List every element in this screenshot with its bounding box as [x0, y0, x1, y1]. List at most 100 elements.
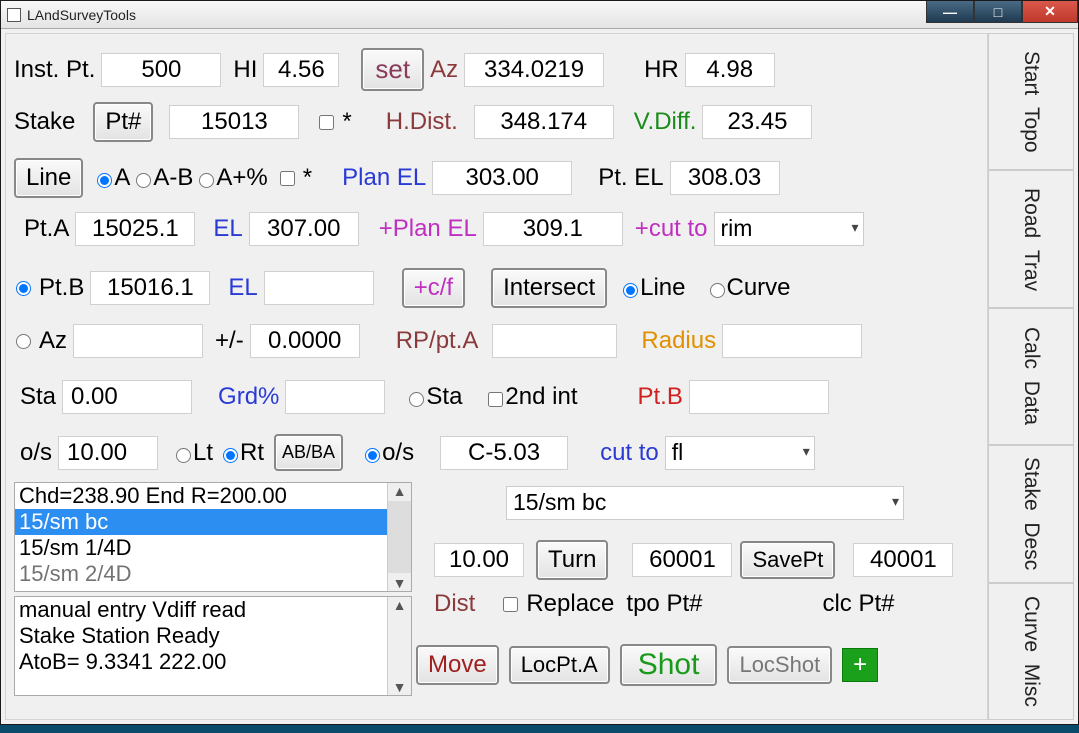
minimize-button[interactable]: — — [926, 1, 974, 23]
stake-pt-input[interactable] — [169, 105, 299, 139]
grd-input[interactable] — [285, 380, 385, 414]
list-item: manual entry Vdiff read — [15, 597, 411, 623]
close-button[interactable]: ✕ — [1022, 1, 1078, 23]
hr-label: HR — [644, 56, 679, 84]
intersect-button[interactable]: Intersect — [491, 268, 607, 308]
tab-data-calc[interactable]: Calc Data — [988, 308, 1074, 445]
ptb-input[interactable] — [90, 271, 210, 305]
inst-pt-input[interactable] — [101, 53, 221, 87]
locshot-button[interactable]: LocShot — [727, 646, 832, 684]
rp-input[interactable] — [492, 324, 617, 358]
replace-label: Replace — [526, 590, 614, 618]
desc-select[interactable]: 15/sm bc — [506, 486, 904, 520]
stake-label: Stake — [14, 108, 75, 136]
os-input[interactable] — [58, 436, 158, 470]
list-item: Stake Station Ready — [15, 623, 411, 649]
vdiff-input[interactable] — [702, 105, 812, 139]
list-item[interactable]: 15/sm bc — [15, 509, 411, 535]
rp-label: RP/pt.A — [396, 327, 479, 355]
stake-star-check[interactable] — [319, 115, 334, 130]
abba-button[interactable]: AB/BA — [274, 434, 343, 471]
ptb2-input[interactable] — [689, 380, 829, 414]
dist-label: Dist — [434, 590, 475, 618]
ptnum-button[interactable]: Pt# — [93, 102, 153, 142]
line-star-check[interactable] — [280, 171, 295, 186]
list-item: AtoB= 9.3341 222.00 — [15, 649, 411, 675]
desc-list[interactable]: Chd=238.90 End R=200.00 15/sm bc 15/sm 1… — [14, 482, 412, 592]
ptel-input[interactable] — [670, 161, 780, 195]
az2-label: Az — [39, 327, 67, 355]
sta-label: Sta — [20, 383, 56, 411]
check-2nd-int[interactable] — [488, 392, 503, 407]
os-r-input[interactable] — [440, 436, 568, 470]
pplanel-label: +Plan EL — [379, 215, 477, 243]
radio-line[interactable] — [623, 283, 638, 298]
planel-input[interactable] — [432, 161, 572, 195]
el-b-input[interactable] — [264, 271, 374, 305]
radio-rt[interactable] — [223, 448, 238, 463]
radius-input[interactable] — [722, 324, 862, 358]
hi-input[interactable] — [263, 53, 339, 87]
savept-button[interactable]: SavePt — [740, 541, 835, 579]
tpo-pt-input[interactable] — [632, 543, 732, 577]
radio-az[interactable] — [16, 334, 31, 349]
radio-curve[interactable] — [710, 283, 725, 298]
grd-label: Grd% — [218, 383, 279, 411]
az-input[interactable] — [464, 53, 604, 87]
pta-label: Pt.A — [24, 215, 69, 243]
cutto-select[interactable]: rim — [714, 212, 864, 246]
radio-a[interactable] — [97, 173, 112, 188]
list-item[interactable]: 15/sm 2/4D — [15, 561, 411, 587]
list-item[interactable]: 15/sm 1/4D — [15, 535, 411, 561]
radius-label: Radius — [641, 327, 716, 355]
hr-input[interactable] — [685, 53, 775, 87]
hdist-label: H.Dist. — [386, 108, 458, 136]
radio-ab[interactable] — [136, 173, 151, 188]
line-star-label: * — [303, 164, 312, 192]
tab-desc-stake[interactable]: Stake Desc — [988, 445, 1074, 582]
clc-pt-label: clc Pt# — [822, 590, 894, 618]
locpta-button[interactable]: LocPt.A — [509, 646, 610, 684]
cf-button[interactable]: +c/f — [402, 268, 465, 308]
pm-input[interactable] — [250, 324, 360, 358]
hdist-input[interactable] — [474, 105, 614, 139]
move-button[interactable]: Move — [416, 645, 499, 685]
hi-label: HI — [233, 56, 257, 84]
planel-label: Plan EL — [342, 164, 426, 192]
radio-os[interactable] — [365, 448, 380, 463]
plus-button[interactable]: + — [842, 648, 878, 682]
scrollbar[interactable]: ▲▼ — [387, 597, 411, 695]
clc-pt-input[interactable] — [853, 543, 953, 577]
az2-input[interactable] — [73, 324, 203, 358]
turn-button[interactable]: Turn — [536, 540, 608, 580]
shot-button[interactable]: Shot — [620, 644, 718, 686]
tab-topo-start[interactable]: Start Topo — [988, 33, 1074, 170]
inst-pt-label: Inst. Pt. — [14, 56, 95, 84]
line-button[interactable]: Line — [14, 158, 83, 198]
maximize-button[interactable]: □ — [974, 1, 1022, 23]
cutto2-select[interactable]: fl — [665, 436, 815, 470]
tab-misc-curve[interactable]: Curve Misc — [988, 583, 1074, 720]
pm-label: +/- — [215, 327, 244, 355]
ptb-label: Pt.B — [39, 274, 84, 302]
replace-check[interactable] — [503, 597, 518, 612]
pta-input[interactable] — [75, 212, 195, 246]
dist-input[interactable] — [434, 543, 524, 577]
sta-input[interactable] — [62, 380, 192, 414]
cutto-label: +cut to — [635, 215, 708, 243]
radio-sta[interactable] — [409, 392, 424, 407]
az-label: Az — [430, 56, 458, 84]
radio-ptb[interactable] — [16, 281, 31, 296]
radio-apct[interactable] — [199, 173, 214, 188]
radio-lt[interactable] — [176, 448, 191, 463]
app-title: LAndSurveyTools — [27, 7, 136, 23]
el-a-input[interactable] — [249, 212, 359, 246]
pplanel-input[interactable] — [483, 212, 623, 246]
log-list[interactable]: manual entry Vdiff read Stake Station Re… — [14, 596, 412, 696]
set-button[interactable]: set — [361, 48, 424, 91]
app-icon — [7, 8, 21, 22]
tab-trav-road[interactable]: Road Trav — [988, 170, 1074, 307]
list-item[interactable]: Chd=238.90 End R=200.00 — [15, 483, 411, 509]
os-label: o/s — [20, 439, 52, 467]
scrollbar[interactable]: ▲▼ — [387, 483, 411, 591]
